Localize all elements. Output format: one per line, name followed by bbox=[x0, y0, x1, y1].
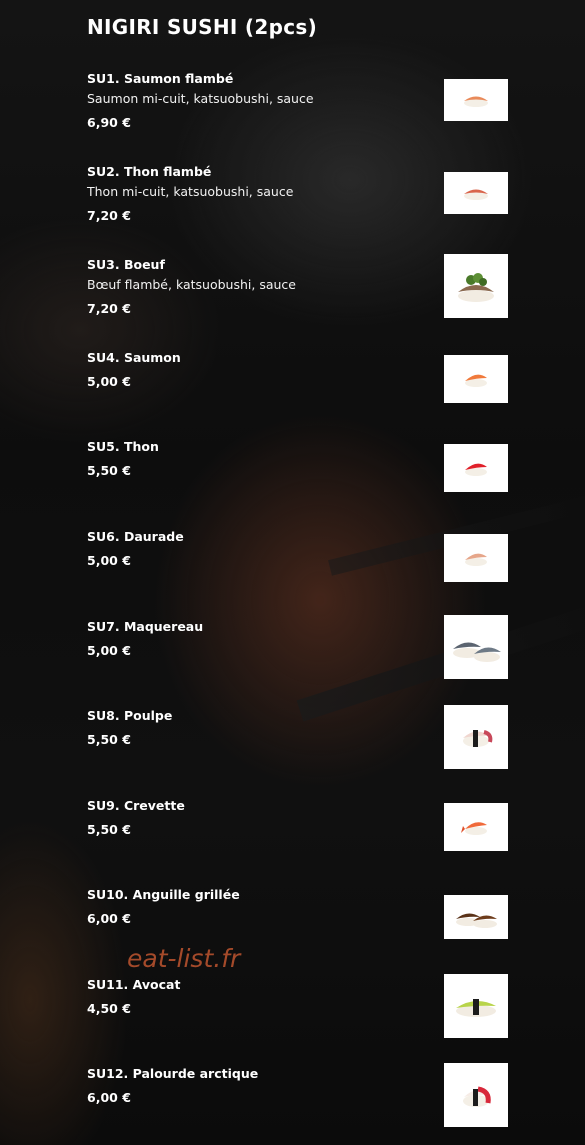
item-price: 6,90 € bbox=[87, 115, 131, 130]
item-name: SU4. Saumon bbox=[87, 350, 181, 365]
item-name: SU3. Boeuf bbox=[87, 257, 165, 272]
watermark: eat-list.fr bbox=[127, 944, 241, 973]
item-price: 5,00 € bbox=[87, 374, 131, 389]
sushi-mackerel-icon[interactable] bbox=[444, 615, 508, 679]
item-price: 5,00 € bbox=[87, 553, 131, 568]
sushi-tuna-icon[interactable] bbox=[444, 444, 508, 492]
item-name: SU9. Crevette bbox=[87, 798, 185, 813]
sushi-octopus-icon[interactable] bbox=[444, 705, 508, 769]
item-name: SU6. Daurade bbox=[87, 529, 184, 544]
menu-item-su12[interactable]: SU12. Palourde arctique 6,00 € bbox=[87, 1065, 347, 1107]
item-name: SU1. Saumon flambé bbox=[87, 71, 234, 86]
sushi-seared-salmon-icon[interactable] bbox=[444, 79, 508, 121]
sushi-sea-bream-icon[interactable] bbox=[444, 534, 508, 582]
item-name: SU8. Poulpe bbox=[87, 708, 173, 723]
menu-item-su6[interactable]: SU6. Daurade 5,00 € bbox=[87, 528, 347, 570]
menu-item-su3[interactable]: SU3. Boeuf Bœuf flambé, katsuobushi, sau… bbox=[87, 256, 347, 318]
menu-item-su7[interactable]: SU7. Maquereau 5,00 € bbox=[87, 618, 347, 660]
item-description: Thon mi-cuit, katsuobushi, sauce bbox=[87, 184, 294, 199]
item-name: SU5. Thon bbox=[87, 439, 159, 454]
sushi-salmon-icon[interactable] bbox=[444, 355, 508, 403]
menu-item-su10[interactable]: SU10. Anguille grillée 6,00 € bbox=[87, 886, 347, 928]
menu-item-su4[interactable]: SU4. Saumon 5,00 € bbox=[87, 349, 347, 391]
sushi-grilled-eel-icon[interactable] bbox=[444, 895, 508, 939]
menu-item-su1[interactable]: SU1. Saumon flambé Saumon mi-cuit, katsu… bbox=[87, 70, 347, 132]
menu-item-su2[interactable]: SU2. Thon flambé Thon mi-cuit, katsuobus… bbox=[87, 163, 347, 225]
item-name: SU10. Anguille grillée bbox=[87, 887, 240, 902]
item-price: 7,20 € bbox=[87, 208, 131, 223]
menu-item-su5[interactable]: SU5. Thon 5,50 € bbox=[87, 438, 347, 480]
sushi-beef-icon[interactable] bbox=[444, 254, 508, 318]
item-name: SU12. Palourde arctique bbox=[87, 1066, 259, 1081]
menu-item-su11[interactable]: SU11. Avocat 4,50 € bbox=[87, 976, 347, 1018]
item-price: 5,00 € bbox=[87, 643, 131, 658]
item-description: Bœuf flambé, katsuobushi, sauce bbox=[87, 277, 296, 292]
item-price: 6,00 € bbox=[87, 911, 131, 926]
sushi-seared-tuna-icon[interactable] bbox=[444, 172, 508, 214]
item-name: SU11. Avocat bbox=[87, 977, 181, 992]
section-title: NIGIRI SUSHI (2pcs) bbox=[87, 15, 318, 39]
item-price: 5,50 € bbox=[87, 822, 131, 837]
item-description: Saumon mi-cuit, katsuobushi, sauce bbox=[87, 91, 314, 106]
item-price: 4,50 € bbox=[87, 1001, 131, 1016]
item-price: 6,00 € bbox=[87, 1090, 131, 1105]
item-price: 5,50 € bbox=[87, 463, 131, 478]
menu-item-su8[interactable]: SU8. Poulpe 5,50 € bbox=[87, 707, 347, 749]
item-name: SU7. Maquereau bbox=[87, 619, 204, 634]
item-price: 7,20 € bbox=[87, 301, 131, 316]
sushi-arctic-clam-icon[interactable] bbox=[444, 1063, 508, 1127]
sushi-shrimp-icon[interactable] bbox=[444, 803, 508, 851]
sushi-avocado-icon[interactable] bbox=[444, 974, 508, 1038]
menu-item-su9[interactable]: SU9. Crevette 5,50 € bbox=[87, 797, 347, 839]
item-price: 5,50 € bbox=[87, 732, 131, 747]
item-name: SU2. Thon flambé bbox=[87, 164, 212, 179]
